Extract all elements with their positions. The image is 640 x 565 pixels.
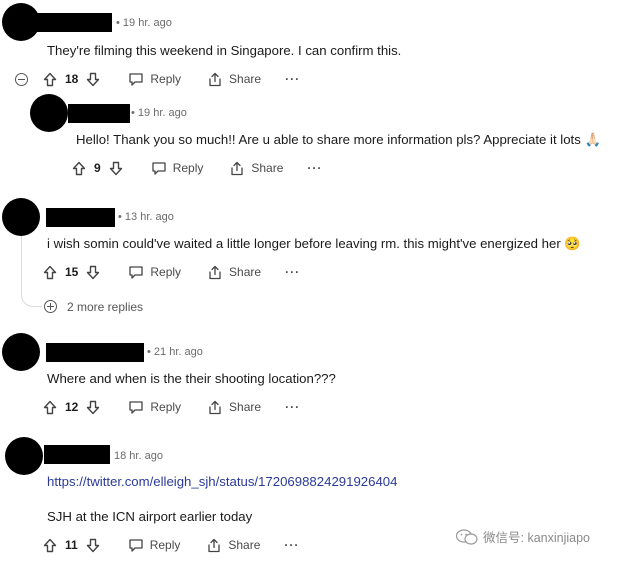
upvote-icon[interactable] [72,161,86,176]
reply-label: Reply [150,72,182,86]
share-icon [208,538,221,552]
comment-text: They're filming this weekend in Singapor… [47,43,402,58]
timestamp: • 13 hr. ago [118,211,174,223]
reply-button[interactable]: Reply [128,265,181,280]
thread-connector [21,232,42,307]
timestamp: • 21 hr. ago [147,346,203,358]
more-options-button[interactable]: ··· [284,538,299,552]
reply-button[interactable]: Reply [128,400,181,415]
avatar[interactable] [2,333,40,371]
share-label: Share [229,72,262,86]
username-redacted[interactable] [46,208,115,227]
share-icon [231,161,244,175]
username-redacted[interactable] [68,104,130,123]
collapse-thread-icon[interactable] [15,73,28,86]
more-options-button[interactable]: ··· [285,265,300,279]
reply-icon [129,265,144,279]
share-icon [209,72,221,86]
reply-button[interactable]: Reply [151,161,204,176]
share-button[interactable]: Share [229,161,283,176]
username-redacted[interactable] [46,343,144,362]
reply-button[interactable]: Reply [128,72,181,87]
more-options-button[interactable]: ··· [285,400,300,414]
reply-label: Reply [172,161,204,175]
share-button[interactable]: Share [207,400,261,415]
vote-count: 18 [65,72,79,86]
comment-text: SJH at the ICN airport earlier today [47,509,253,524]
more-options-button[interactable]: ··· [285,72,300,86]
share-label: Share [229,265,262,279]
vote-count: 11 [65,538,78,552]
share-icon [209,400,221,414]
downvote-icon[interactable] [86,400,100,415]
reply-label: Reply [150,265,182,279]
comment-text: Hello! Thank you so much!! Are u able to… [76,132,601,147]
share-label: Share [228,538,261,552]
upvote-icon[interactable] [43,265,57,280]
downvote-icon[interactable] [86,265,100,280]
reply-button[interactable]: Reply [128,538,181,553]
username-redacted[interactable] [37,13,112,32]
wechat-watermark: 微信号: kanxinjiapo [455,527,590,546]
tweet-link[interactable]: https://twitter.com/elleigh_sjh/status/1… [47,474,397,489]
vote-count: 15 [65,265,79,279]
comment-text: i wish somin could've waited a little lo… [47,236,581,251]
avatar[interactable] [5,437,43,475]
reply-icon [129,72,144,86]
upvote-icon[interactable] [43,538,57,553]
watermark-text: 微信号: kanxinjiapo [483,531,590,545]
comment-actions: 15 Reply Share ··· [43,262,300,282]
more-options-button[interactable]: ··· [307,161,322,175]
timestamp: • 19 hr. ago [131,107,187,119]
expand-replies-icon[interactable] [44,300,57,313]
timestamp: • 19 hr. ago [116,17,172,29]
wechat-icon [455,528,478,545]
share-button[interactable]: Share [207,265,261,280]
downvote-icon[interactable] [109,161,123,176]
comment-actions: 11 Reply Share ··· [43,535,299,555]
reply-icon [129,400,144,414]
username-redacted[interactable] [44,445,110,464]
share-button[interactable]: Share [207,72,261,87]
vote-count: 9 [94,161,101,175]
reply-label: Reply [149,538,181,552]
downvote-icon[interactable] [86,538,100,553]
upvote-icon[interactable] [43,72,57,87]
comment-actions: 12 Reply Share ··· [43,397,300,417]
timestamp: 18 hr. ago [114,450,163,462]
reply-icon [152,161,166,175]
reply-label: Reply [150,400,182,414]
share-label: Share [251,161,284,175]
vote-count: 12 [65,400,79,414]
avatar[interactable] [2,198,40,236]
avatar[interactable] [2,3,40,41]
comment-actions: 18 Reply Share ··· [43,69,300,89]
reply-icon [129,538,143,552]
downvote-icon[interactable] [86,72,100,87]
share-label: Share [229,400,262,414]
share-icon [209,265,221,279]
more-replies-link[interactable]: 2 more replies [67,300,143,314]
comment-actions: 9 Reply Share ··· [72,158,322,178]
comment-text: Where and when is the their shooting loc… [47,371,336,386]
avatar[interactable] [30,94,68,132]
share-button[interactable]: Share [206,538,260,553]
upvote-icon[interactable] [43,400,57,415]
